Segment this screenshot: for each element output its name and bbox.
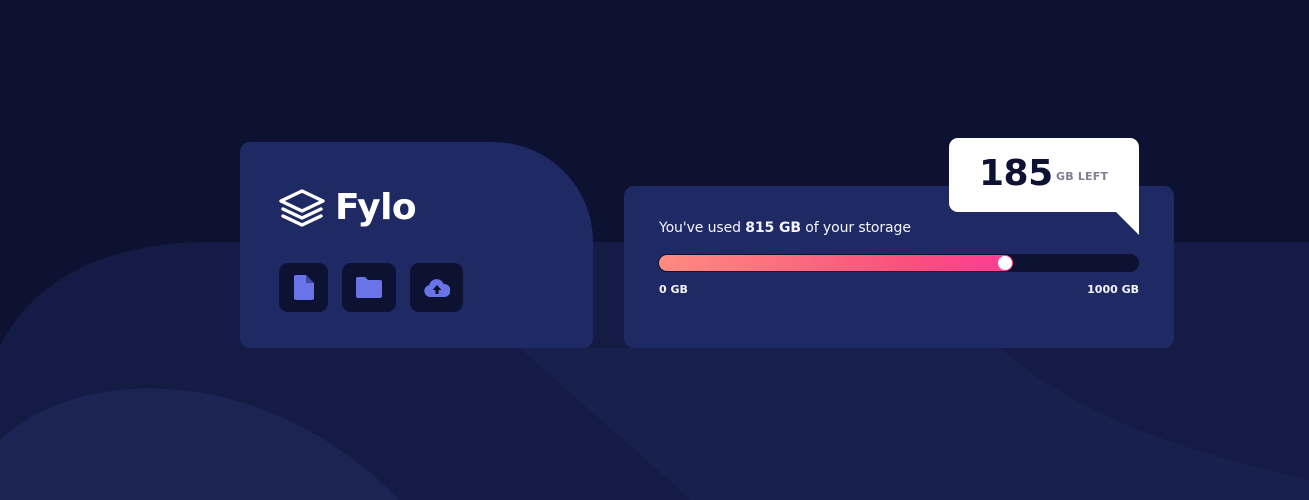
layers-logo-icon (279, 189, 325, 227)
usage-text: You've used 815 GB of your storage (659, 220, 911, 236)
usage-prefix: You've used (659, 220, 746, 236)
scale-min-label: 0 GB (659, 283, 688, 296)
logo: Fylo (278, 187, 417, 228)
usage-suffix: of your storage (800, 220, 911, 236)
upload-button[interactable] (410, 263, 463, 312)
storage-progress-bar (658, 254, 1139, 272)
document-button[interactable] (279, 263, 328, 312)
folder-button[interactable] (342, 263, 396, 312)
remaining-unit: GB LEFT (1056, 170, 1109, 183)
brand-card: Fylo (240, 142, 593, 348)
used-amount: 815 GB (745, 220, 801, 236)
folder-icon (356, 277, 382, 298)
file-toolbar (279, 263, 463, 312)
upload-cloud-icon (423, 278, 450, 297)
remaining-number: 185 (979, 153, 1053, 194)
scale-max-label: 1000 GB (1087, 283, 1139, 296)
brand-name: Fylo (335, 187, 417, 228)
document-icon (293, 275, 314, 300)
storage-remaining-callout: 185 GB LEFT (949, 138, 1139, 235)
progress-knob (998, 256, 1012, 270)
storage-progress-fill (659, 255, 1013, 271)
